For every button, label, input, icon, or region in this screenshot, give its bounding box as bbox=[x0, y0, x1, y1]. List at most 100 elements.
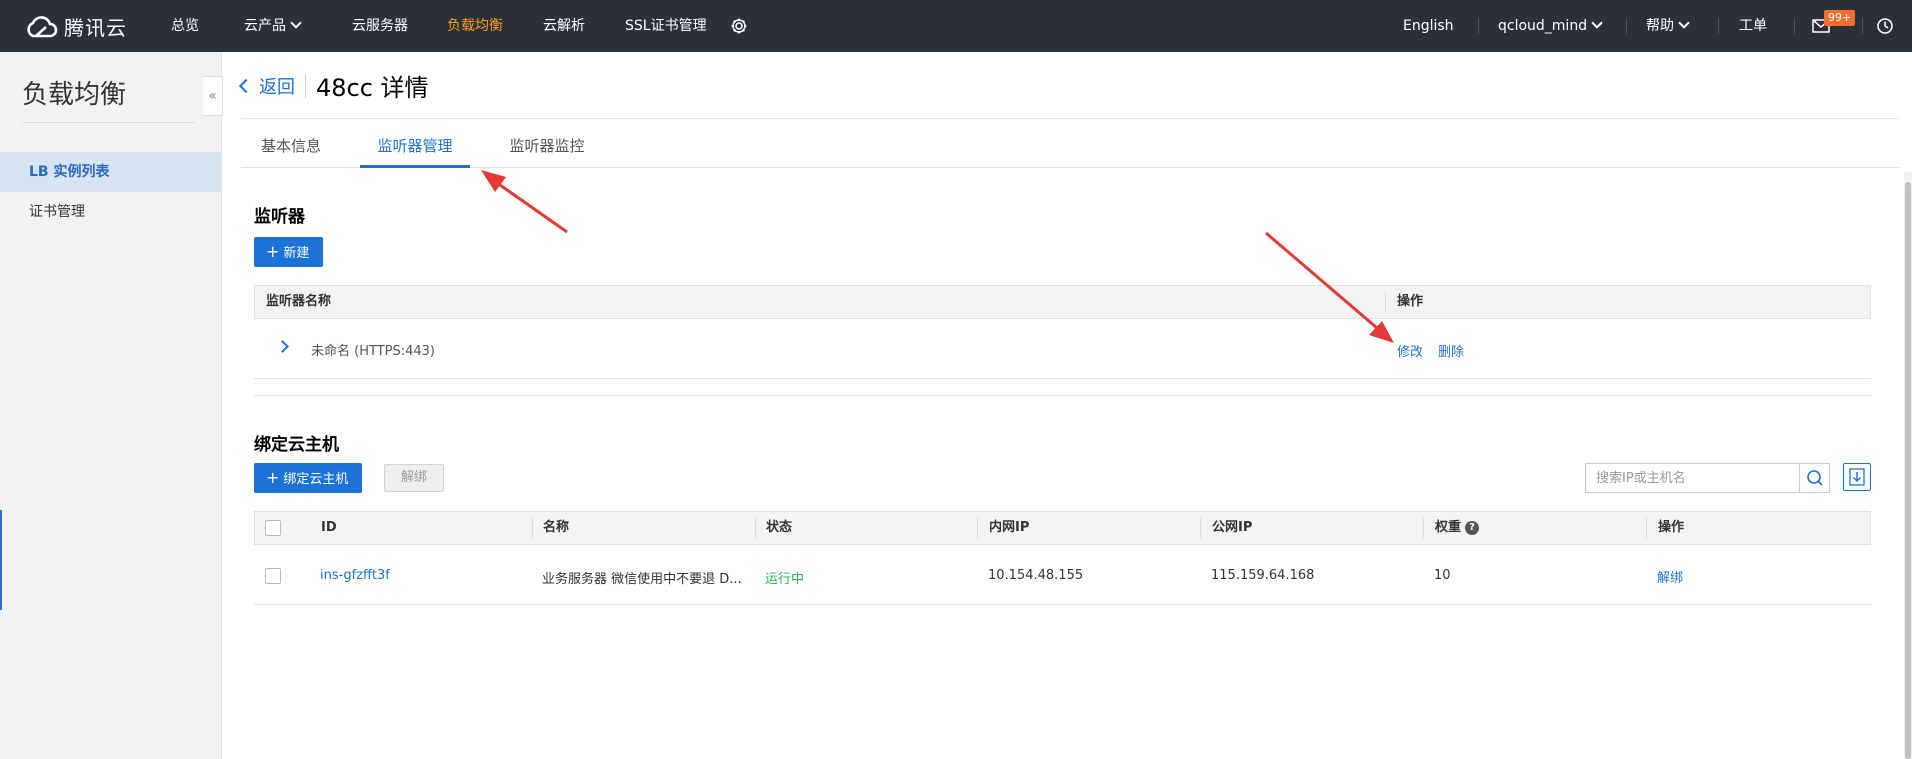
top-navigation-bar: 腾讯云 总览 云产品 云服务器 负载均衡 云解析 SSL证书管理 English… bbox=[0, 0, 1912, 52]
tab-basic-info[interactable]: 基本信息 bbox=[259, 134, 323, 168]
chevron-down-icon bbox=[1591, 17, 1603, 29]
weight-value: 10 bbox=[1434, 568, 1451, 583]
column-header-status: 状态 bbox=[766, 520, 793, 535]
double-chevron-left-icon: « bbox=[208, 88, 217, 104]
column-header-actions: 操作 bbox=[1397, 294, 1424, 309]
private-ip: 10.154.48.155 bbox=[988, 568, 1084, 583]
column-header-name: 名称 bbox=[543, 520, 570, 535]
column-separator bbox=[977, 518, 978, 538]
plus-icon: + bbox=[266, 242, 280, 261]
back-link[interactable]: 返回 bbox=[259, 73, 295, 99]
left-edge-indicator bbox=[0, 510, 2, 610]
column-separator bbox=[1646, 518, 1647, 538]
download-button[interactable] bbox=[1843, 463, 1871, 491]
nav-overview[interactable]: 总览 bbox=[171, 0, 199, 52]
search-button[interactable] bbox=[1799, 464, 1829, 492]
unbind-host-link[interactable]: 解绑 bbox=[1657, 567, 1683, 586]
column-separator bbox=[1423, 518, 1424, 538]
download-icon bbox=[1849, 468, 1865, 486]
select-all-checkbox[interactable] bbox=[265, 520, 281, 536]
help-label: 帮助 bbox=[1646, 18, 1674, 34]
page-title: 48cc 详情 bbox=[316, 74, 429, 102]
search-icon bbox=[1807, 470, 1823, 486]
tab-listener-monitoring[interactable]: 监听器监控 bbox=[507, 134, 587, 168]
chevron-down-icon bbox=[290, 17, 302, 29]
column-separator bbox=[755, 518, 756, 538]
column-separator bbox=[1200, 518, 1201, 538]
cloud-logo-icon bbox=[27, 15, 58, 37]
user-name: qcloud_mind bbox=[1498, 18, 1588, 34]
help-icon[interactable]: ? bbox=[1465, 520, 1480, 535]
language-switch[interactable]: English bbox=[1403, 0, 1454, 52]
column-header-public-ip: 公网IP bbox=[1212, 520, 1253, 535]
expand-chevron-icon[interactable] bbox=[276, 340, 289, 353]
binding-section-title: 绑定云主机 bbox=[254, 435, 339, 455]
divider bbox=[254, 395, 1871, 396]
column-header-weight: 权重? bbox=[1435, 512, 1480, 544]
listener-section-title: 监听器 bbox=[254, 207, 305, 227]
sidebar-title: 负载均衡 bbox=[22, 80, 127, 110]
sidebar-item-certificates[interactable]: 证书管理 bbox=[0, 192, 221, 232]
host-name: 业务服务器 微信使用中不要退 D... bbox=[542, 572, 742, 587]
sidebar-item-lb-instances[interactable]: LB 实例列表 bbox=[0, 152, 221, 192]
annotation-arrows bbox=[481, 170, 1394, 343]
history-button[interactable] bbox=[1876, 0, 1894, 52]
row-checkbox[interactable] bbox=[265, 568, 281, 584]
brand-logo[interactable]: 腾讯云 bbox=[24, 12, 127, 41]
breadcrumb: 返回 48cc 详情 bbox=[238, 68, 429, 103]
sidebar-collapse-button[interactable]: « bbox=[203, 76, 223, 116]
bind-host-button[interactable]: + 绑定云主机 bbox=[254, 463, 363, 493]
unbind-button[interactable]: 解绑 bbox=[384, 464, 445, 492]
nav-cvm[interactable]: 云服务器 bbox=[352, 0, 408, 52]
new-listener-label: 新建 bbox=[283, 246, 310, 261]
nav-ssl[interactable]: SSL证书管理 bbox=[625, 0, 707, 52]
annotation-arrow-tab bbox=[481, 170, 568, 234]
divider bbox=[22, 122, 195, 123]
ticket-link[interactable]: 工单 bbox=[1739, 0, 1767, 52]
divider bbox=[1626, 18, 1627, 34]
nav-dns[interactable]: 云解析 bbox=[543, 0, 585, 52]
settings-button[interactable] bbox=[730, 0, 748, 52]
delete-listener-link[interactable]: 删除 bbox=[1438, 341, 1464, 360]
tab-bar: 基本信息 监听器管理 监听器监控 bbox=[241, 134, 1899, 168]
divider bbox=[1478, 18, 1479, 34]
message-count-badge: 99+ bbox=[1824, 10, 1856, 26]
weight-label: 权重 bbox=[1435, 520, 1462, 535]
nav-products-label: 云产品 bbox=[244, 18, 286, 34]
chevron-left-icon bbox=[238, 78, 254, 93]
divider bbox=[305, 73, 306, 98]
nav-load-balancer[interactable]: 负载均衡 bbox=[447, 0, 503, 52]
column-header-id: ID bbox=[321, 520, 337, 535]
column-separator bbox=[532, 518, 533, 538]
help-menu[interactable]: 帮助 bbox=[1646, 0, 1690, 52]
search-input[interactable] bbox=[1586, 464, 1800, 492]
nav-products[interactable]: 云产品 bbox=[244, 0, 302, 52]
search-box bbox=[1585, 463, 1830, 493]
chevron-down-icon bbox=[1678, 17, 1690, 29]
status-badge: 运行中 bbox=[765, 572, 805, 587]
divider bbox=[1794, 18, 1795, 34]
divider bbox=[241, 118, 1899, 119]
sidebar: 负载均衡 LB 实例列表 证书管理 bbox=[0, 52, 222, 759]
listener-table-header: 监听器名称 操作 bbox=[254, 285, 1871, 319]
history-icon bbox=[1877, 18, 1893, 34]
bind-host-label: 绑定云主机 bbox=[283, 472, 349, 487]
public-ip: 115.159.64.168 bbox=[1211, 568, 1315, 583]
settings-icon bbox=[731, 18, 747, 34]
brand-name: 腾讯云 bbox=[64, 16, 127, 40]
divider bbox=[254, 378, 1871, 379]
edit-listener-link[interactable]: 修改 bbox=[1397, 341, 1423, 360]
column-header-private-ip: 内网IP bbox=[989, 520, 1030, 535]
tab-listener-management[interactable]: 监听器管理 bbox=[360, 134, 470, 168]
messages-button[interactable] bbox=[1812, 0, 1830, 52]
scrollbar-thumb[interactable] bbox=[1905, 182, 1911, 759]
divider bbox=[1718, 18, 1719, 34]
host-table-header: ID 名称 状态 内网IP 公网IP 权重? 操作 bbox=[254, 511, 1871, 545]
user-menu[interactable]: qcloud_mind bbox=[1498, 0, 1603, 52]
divider bbox=[1862, 18, 1863, 34]
column-header-listener-name: 监听器名称 bbox=[266, 294, 332, 309]
new-listener-button[interactable]: + 新建 bbox=[254, 237, 324, 267]
column-header-actions: 操作 bbox=[1658, 520, 1685, 535]
host-id-link[interactable]: ins-gfzfft3f bbox=[320, 568, 390, 583]
plus-icon: + bbox=[266, 468, 280, 487]
